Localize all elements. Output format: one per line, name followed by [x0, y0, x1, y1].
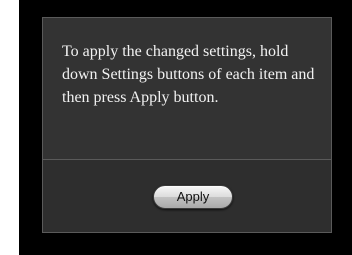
- apply-settings-dialog: To apply the changed settings, hold down…: [42, 17, 332, 233]
- screen-background: To apply the changed settings, hold down…: [19, 0, 352, 255]
- dialog-message: To apply the changed settings, hold down…: [62, 43, 315, 106]
- dialog-footer: Apply: [43, 160, 331, 232]
- apply-button[interactable]: Apply: [153, 185, 233, 209]
